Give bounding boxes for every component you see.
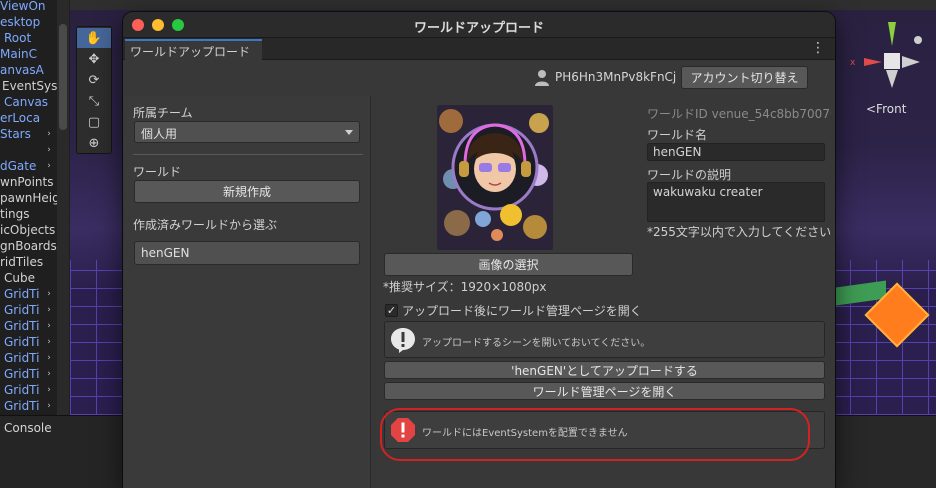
open-page-checkbox[interactable]: ✓ <box>385 304 398 317</box>
info-icon <box>391 328 415 353</box>
tab-world-upload[interactable]: ワールドアップロード <box>125 39 262 60</box>
hierarchy-item[interactable]: MainC <box>0 46 37 62</box>
move-tool-icon[interactable]: ✥ <box>77 49 111 69</box>
hierarchy-item[interactable]: Root <box>4 30 31 46</box>
chevron-right-icon[interactable]: › <box>42 350 56 366</box>
chevron-right-icon[interactable]: › <box>42 126 56 142</box>
chevron-right-icon[interactable]: › <box>42 366 56 382</box>
inspector-toolbar <box>836 415 936 488</box>
window-title: ワールドアップロード <box>413 21 544 36</box>
scene-front-label: <Front <box>866 102 907 116</box>
screen: ViewOn esktop Root MainC anvasA EventSys Canva… <box>0 0 936 488</box>
chevron-right-icon[interactable]: › <box>42 142 56 158</box>
hierarchy-item[interactable]: ridTiles <box>0 254 43 270</box>
world-thumbnail[interactable] <box>437 105 553 250</box>
divider <box>133 154 363 155</box>
chevron-right-icon[interactable]: › <box>42 158 56 174</box>
user-icon <box>535 70 549 86</box>
hierarchy-item[interactable]: GridTi <box>4 318 39 334</box>
hierarchy-item[interactable]: GridTi <box>4 286 39 302</box>
hierarchy-item[interactable]: esktop <box>0 14 40 30</box>
tab-strip: ワールドアップロード ⋮ <box>123 38 835 60</box>
existing-world-item[interactable]: henGEN <box>134 241 360 265</box>
gizmo-x-label: x <box>850 58 856 68</box>
gizmo-y-axis[interactable] <box>888 22 896 46</box>
new-world-button[interactable]: 新規作成 <box>134 180 360 203</box>
error-message: ワールドにはEventSystemを配置できません <box>422 428 628 439</box>
error-helpbox: ワールドにはEventSystemを配置できません <box>384 411 825 449</box>
hierarchy-item[interactable]: EventSys <box>2 78 57 94</box>
hierarchy-item[interactable]: GridTi <box>4 382 39 398</box>
hierarchy-item[interactable]: GridTi <box>4 334 39 350</box>
error-icon <box>391 418 415 442</box>
switch-account-button[interactable]: アカウント切り替え <box>681 66 808 89</box>
upload-button[interactable]: 'henGEN'としてアップロードする <box>384 361 825 379</box>
chevron-right-icon[interactable]: › <box>42 398 56 414</box>
hierarchy-item[interactable]: Cube <box>4 270 35 286</box>
team-label: 所属チーム <box>133 106 193 120</box>
console-tab[interactable]: Console <box>4 421 52 435</box>
hierarchy-item[interactable]: dGate <box>0 158 36 174</box>
title-bar[interactable]: ワールドアップロード <box>123 12 835 38</box>
hierarchy-item[interactable]: anvasA <box>0 62 44 78</box>
hierarchy-item[interactable]: icObjects <box>0 222 55 238</box>
hierarchy-item[interactable]: GridTi <box>4 302 39 318</box>
info-message: アップロードするシーンを開いておいてください。 <box>422 338 651 349</box>
chevron-right-icon[interactable]: › <box>42 302 56 318</box>
desc-limit-note: *255文字以内で入力してください <box>647 225 831 239</box>
world-label: ワールド <box>133 165 182 179</box>
world-desc-label: ワールドの説明 <box>647 168 732 182</box>
rotate-tool-icon[interactable]: ⟳ <box>77 70 111 90</box>
select-image-button[interactable]: 画像の選択 <box>384 253 633 276</box>
team-dropdown[interactable]: 個人用 <box>134 121 360 143</box>
scale-tool-icon[interactable]: ⤡ <box>77 91 111 111</box>
account-row: PH6Hn3MnPv8kFnCj アカウント切り替え <box>123 62 835 94</box>
left-pane: 所属チーム 個人用 ワールド 新規作成 作成済みワールドから選ぶ henGEN <box>124 96 371 488</box>
chevron-right-icon[interactable]: › <box>42 286 56 302</box>
world-name-input[interactable]: henGEN <box>647 143 825 161</box>
scene-gizmo[interactable]: x <box>848 18 936 108</box>
hierarchy-item[interactable]: Stars <box>0 126 31 142</box>
chevron-right-icon[interactable]: › <box>42 318 56 334</box>
gizmo-z-dot <box>914 36 922 44</box>
hierarchy-item[interactable]: GridTi <box>4 398 39 414</box>
chevron-right-icon[interactable]: › <box>42 382 56 398</box>
hierarchy-item[interactable]: pawnHeig <box>0 190 60 206</box>
rect-tool-icon[interactable]: ▢ <box>77 112 111 132</box>
kebab-menu-icon[interactable]: ⋮ <box>811 40 825 56</box>
console-panel: Console <box>0 415 122 488</box>
hierarchy-item[interactable]: wnPoints <box>0 174 53 190</box>
gizmo-center[interactable] <box>884 53 900 69</box>
open-manage-page-button[interactable]: ワールド管理ページを開く <box>384 382 825 400</box>
hierarchy-item[interactable]: tings <box>0 206 30 222</box>
hierarchy-item[interactable]: gnBoards <box>0 238 57 254</box>
recommended-size-note: *推奨サイズ：1920×1080px <box>383 280 547 294</box>
hierarchy-item[interactable]: GridTi <box>4 366 39 382</box>
world-id-label: ワールドID venue_54c8bb70070 <box>647 107 831 121</box>
chevron-down-icon <box>345 130 353 135</box>
hierarchy-item[interactable]: ViewOn <box>0 0 46 14</box>
user-id: PH6Hn3MnPv8kFnCj <box>555 70 677 84</box>
scene-toolbar <box>70 0 936 10</box>
world-name-label: ワールド名 <box>647 128 708 142</box>
world-desc-input[interactable]: wakuwaku creater <box>647 182 825 222</box>
team-dropdown-value: 個人用 <box>141 127 178 141</box>
hand-tool-icon[interactable]: ✋ <box>77 28 111 48</box>
gizmo-neg-x-axis[interactable] <box>902 56 920 68</box>
info-helpbox: アップロードするシーンを開いておいてください。 <box>384 321 825 358</box>
hierarchy-item[interactable]: Canvas <box>4 94 48 110</box>
transform-tool-icon[interactable]: ⊕ <box>77 133 111 153</box>
hierarchy-scrollbar[interactable] <box>57 0 69 415</box>
select-world-label: 作成済みワールドから選ぶ <box>133 218 278 232</box>
hierarchy-scroll-thumb[interactable] <box>59 24 67 130</box>
hierarchy-item[interactable]: erLoca <box>0 110 40 126</box>
world-upload-window: ワールドアップロード ワールドアップロード ⋮ PH6Hn3MnPv8kFnCj… <box>123 12 835 488</box>
hierarchy-item[interactable]: GridTi <box>4 350 39 366</box>
chevron-right-icon[interactable]: › <box>42 334 56 350</box>
gizmo-x-axis[interactable] <box>864 58 882 66</box>
gizmo-neg-y-axis[interactable] <box>886 70 898 88</box>
open-page-checkbox-label: アップロード後にワールド管理ページを開く <box>402 304 642 318</box>
transform-tools: ✋ ✥ ⟳ ⤡ ▢ ⊕ <box>76 26 112 154</box>
